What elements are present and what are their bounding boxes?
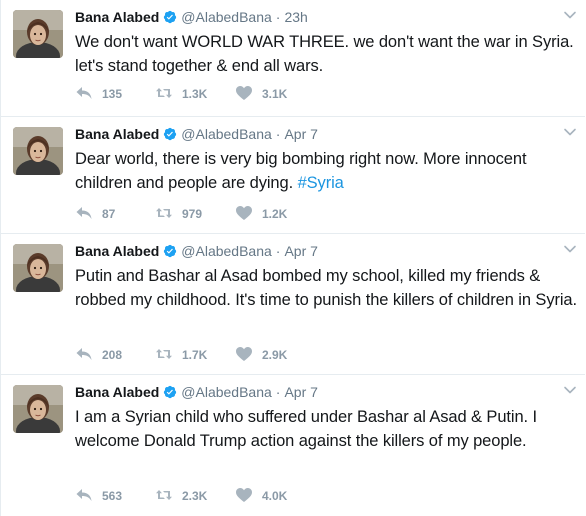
reply-button[interactable]: 87 — [75, 205, 155, 224]
reply-button[interactable]: 135 — [75, 85, 155, 104]
heart-icon — [235, 487, 262, 506]
like-count: 4.0K — [262, 489, 288, 503]
retweet-icon — [155, 346, 182, 365]
verified-badge-icon — [163, 244, 177, 258]
tweet-header: Bana Alabed @AlabedBana · Apr 7 — [75, 383, 561, 401]
like-count: 3.1K — [262, 87, 288, 101]
separator-dot: · — [275, 9, 281, 25]
heart-icon — [235, 85, 262, 104]
tweet-actions: 563 2.3K 4.0K — [75, 487, 315, 505]
reply-count: 87 — [102, 207, 116, 221]
tweet-header: Bana Alabed @AlabedBana · 23h — [75, 8, 561, 26]
retweet-button[interactable]: 1.3K — [155, 85, 235, 104]
author-name[interactable]: Bana Alabed — [75, 8, 159, 26]
tweet-actions: 208 1.7K 2.9K — [75, 346, 315, 364]
tweet-text: I am a Syrian child who suffered under B… — [75, 405, 580, 453]
verified-badge-icon — [163, 385, 177, 399]
retweet-button[interactable]: 1.7K — [155, 346, 235, 365]
reply-count: 563 — [102, 489, 123, 503]
avatar[interactable] — [13, 10, 63, 58]
like-button[interactable]: 3.1K — [235, 85, 315, 104]
tweet-header: Bana Alabed @AlabedBana · Apr 7 — [75, 125, 561, 143]
avatar[interactable] — [13, 385, 63, 433]
tweet-timestamp[interactable]: Apr 7 — [284, 242, 317, 260]
like-button[interactable]: 2.9K — [235, 346, 315, 365]
tweet-card[interactable]: Bana Alabed @AlabedBana · Apr 7 I am a S… — [0, 374, 585, 516]
separator-dot: · — [275, 384, 281, 400]
heart-icon — [235, 205, 262, 224]
tweet-text-body: I am a Syrian child who suffered under B… — [75, 408, 537, 450]
chevron-down-icon[interactable] — [563, 383, 577, 397]
retweet-icon — [155, 205, 182, 224]
verified-badge-icon — [163, 10, 177, 24]
retweet-count: 979 — [182, 207, 203, 221]
tweet-card[interactable]: Bana Alabed @AlabedBana · 23h We don't w… — [0, 0, 585, 116]
tweet-timeline: Bana Alabed @AlabedBana · 23h We don't w… — [0, 0, 586, 516]
tweet-text: Putin and Bashar al Asad bombed my schoo… — [75, 264, 580, 312]
tweet-timestamp[interactable]: 23h — [284, 8, 307, 26]
tweet-header: Bana Alabed @AlabedBana · Apr 7 — [75, 242, 561, 260]
author-handle[interactable]: @AlabedBana — [181, 125, 272, 143]
tweet-text: Dear world, there is very big bombing ri… — [75, 147, 580, 195]
like-button[interactable]: 1.2K — [235, 205, 315, 224]
author-handle[interactable]: @AlabedBana — [181, 383, 272, 401]
tweet-card[interactable]: Bana Alabed @AlabedBana · Apr 7 Dear wor… — [0, 116, 585, 233]
tweet-text-body: Putin and Bashar al Asad bombed my schoo… — [75, 267, 577, 309]
reply-icon — [75, 85, 102, 104]
reply-button[interactable]: 563 — [75, 487, 155, 506]
author-handle[interactable]: @AlabedBana — [181, 8, 272, 26]
author-name[interactable]: Bana Alabed — [75, 242, 159, 260]
hashtag-link[interactable]: #Syria — [298, 174, 344, 192]
author-handle[interactable]: @AlabedBana — [181, 242, 272, 260]
author-name[interactable]: Bana Alabed — [75, 125, 159, 143]
like-count: 2.9K — [262, 348, 288, 362]
reply-icon — [75, 487, 102, 506]
reply-count: 208 — [102, 348, 123, 362]
retweet-button[interactable]: 979 — [155, 205, 235, 224]
retweet-button[interactable]: 2.3K — [155, 487, 235, 506]
avatar[interactable] — [13, 244, 63, 292]
tweet-text-body: We don't want WORLD WAR THREE. we don't … — [75, 33, 574, 75]
heart-icon — [235, 346, 262, 365]
reply-icon — [75, 205, 102, 224]
chevron-down-icon[interactable] — [563, 242, 577, 256]
avatar[interactable] — [13, 127, 63, 175]
retweet-count: 2.3K — [182, 489, 208, 503]
separator-dot: · — [275, 126, 281, 142]
tweet-text: We don't want WORLD WAR THREE. we don't … — [75, 30, 580, 78]
reply-count: 135 — [102, 87, 123, 101]
tweet-actions: 87 979 1.2K — [75, 205, 315, 223]
reply-button[interactable]: 208 — [75, 346, 155, 365]
tweet-actions: 135 1.3K 3.1K — [75, 85, 315, 103]
chevron-down-icon[interactable] — [563, 125, 577, 139]
tweet-timestamp[interactable]: Apr 7 — [284, 383, 317, 401]
verified-badge-icon — [163, 127, 177, 141]
like-count: 1.2K — [262, 207, 288, 221]
like-button[interactable]: 4.0K — [235, 487, 315, 506]
retweet-icon — [155, 487, 182, 506]
retweet-icon — [155, 85, 182, 104]
tweet-timestamp[interactable]: Apr 7 — [284, 125, 317, 143]
separator-dot: · — [275, 243, 281, 259]
tweet-card[interactable]: Bana Alabed @AlabedBana · Apr 7 Putin an… — [0, 233, 585, 374]
retweet-count: 1.3K — [182, 87, 208, 101]
reply-icon — [75, 346, 102, 365]
author-name[interactable]: Bana Alabed — [75, 383, 159, 401]
retweet-count: 1.7K — [182, 348, 208, 362]
chevron-down-icon[interactable] — [563, 8, 577, 22]
